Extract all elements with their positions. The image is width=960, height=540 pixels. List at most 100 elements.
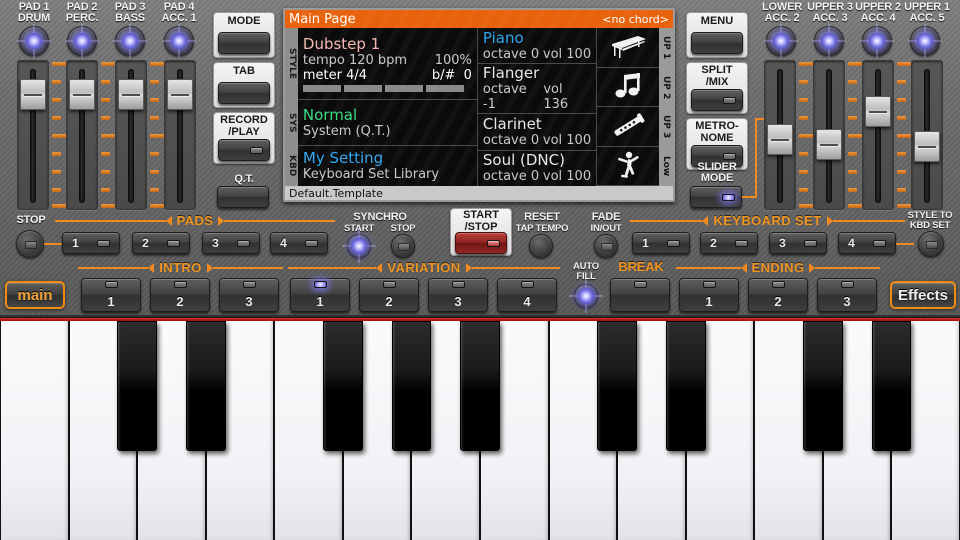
pad-button-3[interactable] (115, 26, 145, 56)
intro-button-3[interactable]: 3 (219, 278, 279, 312)
synchro-start-button[interactable] (347, 234, 371, 258)
menu-button-key[interactable] (691, 32, 743, 54)
ending-button-1[interactable]: 1 (679, 278, 739, 312)
ending-button-2[interactable]: 2 (748, 278, 808, 312)
slider-handle[interactable] (20, 79, 46, 110)
slider-handle[interactable] (767, 124, 793, 155)
reset-tap-tempo-button[interactable] (529, 234, 553, 258)
split-mix-button[interactable]: SPLIT /MIX (686, 62, 748, 114)
intro-button-1[interactable]: 1 (81, 278, 141, 312)
upper2-acc4-button[interactable] (862, 26, 892, 56)
keyboard-set-3[interactable]: 3 (769, 232, 827, 254)
slider-handle[interactable] (167, 79, 193, 110)
slider-link-line (742, 196, 757, 198)
lcd-chord-indicator: <no chord> (602, 13, 669, 26)
variation-button-2[interactable]: 2 (359, 278, 419, 312)
mode-button[interactable]: MODE (213, 12, 275, 58)
black-key[interactable] (803, 321, 843, 451)
slider-lower[interactable] (764, 60, 796, 210)
slider-handle[interactable] (865, 96, 891, 127)
pad-led-4 (305, 240, 318, 247)
style-block[interactable]: Dubstep 1 tempo 120 bpm 100% meter 4/4 b… (298, 28, 478, 100)
lower-acc2-button[interactable] (766, 26, 796, 56)
black-key[interactable] (460, 321, 500, 451)
black-key[interactable] (666, 321, 706, 451)
track-detail: octave 0 vol 100 (483, 47, 591, 62)
pad-select-3[interactable]: 3 (202, 232, 260, 254)
white-key[interactable] (0, 321, 69, 540)
pad-select-2[interactable]: 2 (132, 232, 190, 254)
track-octave: octave 0 (483, 169, 539, 184)
split-mix-button-key[interactable] (691, 89, 743, 111)
variation-button-1[interactable]: 1 (290, 278, 350, 312)
slider-handle[interactable] (118, 79, 144, 110)
start-stop-button-key[interactable] (455, 232, 507, 254)
fade-in-out-button[interactable] (594, 234, 618, 258)
effects-button[interactable]: Effects (890, 281, 956, 309)
keyboard-set-4[interactable]: 4 (838, 232, 896, 254)
pad-led-2 (167, 240, 180, 247)
slider-handle[interactable] (69, 79, 95, 110)
tab-button-key[interactable] (218, 82, 270, 104)
kbdset-led-2 (735, 240, 748, 247)
main-button[interactable]: main (5, 281, 65, 309)
synchro-stop-button[interactable] (391, 234, 415, 258)
pad-button-1[interactable] (19, 26, 49, 56)
variation-button-3[interactable]: 3 (428, 278, 488, 312)
slider-pad-4[interactable] (164, 60, 196, 210)
piano-keyboard[interactable] (0, 318, 960, 540)
slider-mode-button[interactable] (690, 186, 742, 208)
lcd-section-rail: STYLE SYS KBD (285, 28, 298, 186)
black-key[interactable] (186, 321, 226, 451)
slider-pad-1[interactable] (17, 60, 49, 210)
track-row[interactable]: Soul (DNC) octave 0 vol 100 (478, 151, 597, 186)
upper1-acc5-button[interactable] (910, 26, 940, 56)
slider-pad-2[interactable] (66, 60, 98, 210)
variation-button-4[interactable]: 4 (497, 278, 557, 312)
pad-button-4[interactable] (164, 26, 194, 56)
pad-button-2[interactable] (67, 26, 97, 56)
lcd-display[interactable]: Main Page <no chord> STYLE SYS KBD Dubst… (283, 8, 675, 202)
fade-label-2: IN/OUT (574, 224, 638, 234)
tab-button[interactable]: TAB (213, 62, 275, 108)
intro-button-2[interactable]: 2 (150, 278, 210, 312)
qt-button[interactable] (217, 186, 269, 208)
auto-fill-button[interactable] (574, 284, 598, 308)
pad-select-4[interactable]: 4 (270, 232, 328, 254)
record-play-button-key[interactable] (218, 139, 270, 161)
slider-pad-3[interactable] (115, 60, 147, 210)
black-key[interactable] (872, 321, 912, 451)
ending-button-3[interactable]: 3 (817, 278, 877, 312)
keyboard-set-1[interactable]: 1 (632, 232, 690, 254)
pads-group-label: PADS (172, 213, 219, 228)
track-row[interactable]: Flanger octave -1 vol 136 (478, 64, 597, 114)
track-row[interactable]: Clarinet octave 0 vol 100 (478, 114, 597, 150)
pad-select-1[interactable]: 1 (62, 232, 120, 254)
slider-upper3[interactable] (813, 60, 845, 210)
upper3-acc3-button[interactable] (814, 26, 844, 56)
slider-upper1[interactable] (911, 60, 943, 210)
slider-handle[interactable] (914, 131, 940, 162)
black-key[interactable] (392, 321, 432, 451)
slider-upper2[interactable] (862, 60, 894, 210)
stop-button[interactable] (16, 230, 44, 258)
start-stop-button[interactable]: START /STOP (450, 208, 512, 256)
kbdset-block[interactable]: My Setting Keyboard Set Library (298, 146, 478, 186)
lcd-track-column: Piano octave 0 vol 100 Flanger octave -1… (478, 28, 597, 186)
keyboard-set-2[interactable]: 2 (700, 232, 758, 254)
record-play-button[interactable]: RECORD /PLAY (213, 112, 275, 164)
slider-ticks-2 (101, 60, 115, 210)
mode-button-key[interactable] (218, 32, 270, 54)
black-key[interactable] (323, 321, 363, 451)
intro-led-3 (243, 281, 256, 288)
black-key[interactable] (117, 321, 157, 451)
kbdset-led-4 (873, 240, 886, 247)
black-key[interactable] (597, 321, 637, 451)
break-button[interactable] (610, 278, 670, 312)
track-row[interactable]: Piano octave 0 vol 100 (478, 28, 597, 64)
system-block[interactable]: Normal System (Q.T.) (298, 100, 478, 146)
slider-handle[interactable] (816, 129, 842, 160)
slider-link-line (755, 120, 757, 198)
menu-button[interactable]: MENU (686, 12, 748, 58)
style-to-kbd-set-button[interactable] (918, 231, 944, 257)
